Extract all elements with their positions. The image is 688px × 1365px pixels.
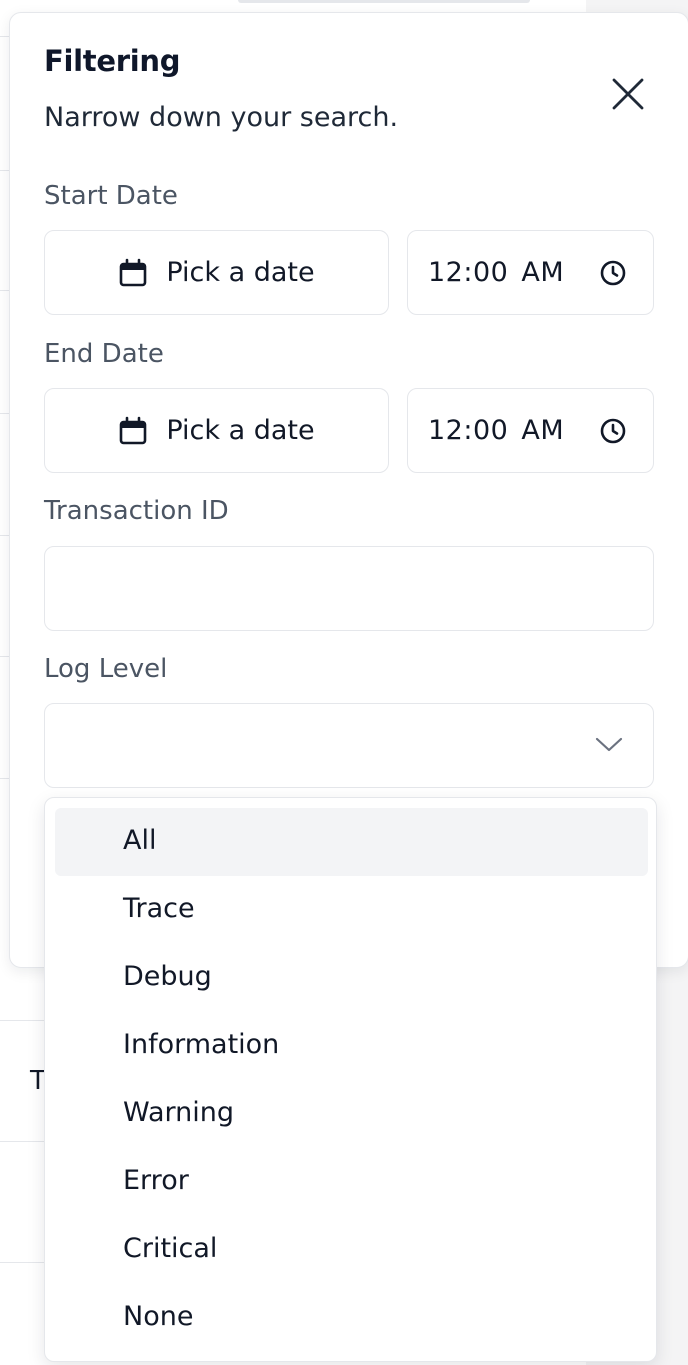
start-time-value: 12:00 AM xyxy=(428,257,565,288)
log-level-select[interactable] xyxy=(44,703,654,788)
end-time-input[interactable]: 12:00 AM xyxy=(407,388,654,473)
log-level-option-all[interactable]: All xyxy=(55,808,648,876)
end-date-picker-button[interactable]: Pick a date xyxy=(44,388,389,473)
start-date-button-label: Pick a date xyxy=(166,257,315,288)
clock-icon xyxy=(600,260,626,286)
end-time-value: 12:00 AM xyxy=(428,415,565,446)
option-label: Warning xyxy=(123,1097,235,1128)
background-topbar xyxy=(238,0,530,3)
log-level-option-critical[interactable]: Critical xyxy=(55,1216,648,1284)
log-level-label: Log Level xyxy=(44,654,168,684)
panel-title: Filtering xyxy=(44,44,181,78)
calendar-icon xyxy=(120,416,147,444)
option-label: Trace xyxy=(123,893,195,924)
option-label: None xyxy=(123,1301,194,1332)
close-icon xyxy=(612,78,644,110)
close-button[interactable] xyxy=(604,70,652,118)
clock-icon xyxy=(600,418,626,444)
start-time-input[interactable]: 12:00 AM xyxy=(407,230,654,315)
end-date-button-label: Pick a date xyxy=(166,415,315,446)
chevron-down-icon xyxy=(595,737,623,752)
log-level-dropdown: All Trace Debug Information Warning Erro… xyxy=(44,797,657,1362)
log-level-option-information[interactable]: Information xyxy=(55,1012,648,1080)
log-level-option-debug[interactable]: Debug xyxy=(55,944,648,1012)
end-date-label: End Date xyxy=(44,339,164,369)
log-level-option-warning[interactable]: Warning xyxy=(55,1080,648,1148)
option-label: Information xyxy=(123,1029,280,1060)
panel-description: Narrow down your search. xyxy=(44,102,399,133)
option-label: Error xyxy=(123,1165,189,1196)
transaction-id-input[interactable] xyxy=(44,546,654,631)
start-date-picker-button[interactable]: Pick a date xyxy=(44,230,389,315)
log-level-option-error[interactable]: Error xyxy=(55,1148,648,1216)
transaction-id-label: Transaction ID xyxy=(44,496,229,526)
log-level-option-none[interactable]: None xyxy=(55,1284,648,1352)
option-label: Debug xyxy=(123,961,212,992)
option-label: Critical xyxy=(123,1233,218,1264)
log-level-option-trace[interactable]: Trace xyxy=(55,876,648,944)
start-date-label: Start Date xyxy=(44,181,178,211)
option-label: All xyxy=(123,825,157,856)
calendar-icon xyxy=(120,258,147,286)
